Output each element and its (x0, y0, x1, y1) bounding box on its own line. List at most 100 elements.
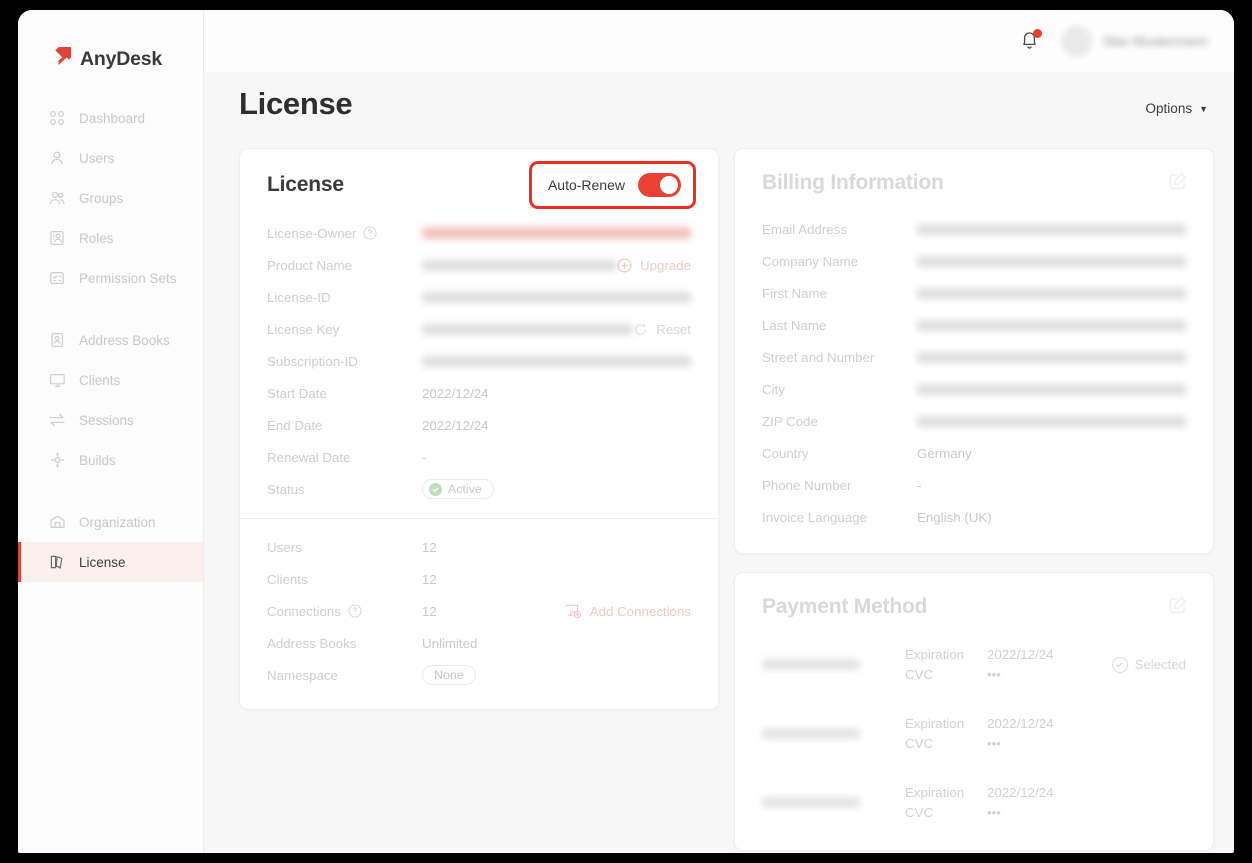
row-label-text: License-Owner (267, 225, 357, 241)
options-dropdown[interactable]: Options ▼ (1146, 101, 1208, 122)
license-card-title: License (267, 173, 344, 196)
sidebar-item-address-books[interactable]: Address Books (18, 320, 203, 360)
row-label: Last Name (762, 318, 917, 333)
sidebar-item-organization[interactable]: Organization (18, 502, 203, 542)
left-column: License Auto-Renew License-Owner Product… (239, 148, 719, 851)
row-label-text: Country (762, 445, 809, 461)
status-badge: Active (422, 479, 494, 499)
page-header: License Options ▼ (204, 72, 1234, 122)
row-label: Phone Number (762, 478, 917, 493)
reset-button[interactable]: Reset (633, 322, 691, 337)
row-label: Clients (267, 572, 422, 587)
right-column: Billing Information Email Address Compan… (734, 148, 1214, 851)
address-books-value: Unlimited (422, 635, 478, 651)
upgrade-button[interactable]: Upgrade (617, 258, 691, 273)
row-label: Company Name (762, 254, 917, 269)
table-row: Start Date 2022/12/24 (267, 377, 691, 409)
namespace-value-wrap: None (422, 665, 691, 685)
row-label: Country (762, 446, 917, 461)
refresh-icon (635, 323, 647, 335)
sessions-arrows-icon (48, 411, 66, 429)
row-label-text: Street and Number (762, 349, 875, 365)
billing-rows: Email Address Company Name First Name La… (735, 213, 1213, 553)
organization-icon (48, 513, 66, 531)
row-label: Users (267, 540, 422, 555)
notifications-button[interactable] (1019, 28, 1043, 54)
table-row: License-ID (267, 281, 691, 313)
row-label-text: Product Name (267, 257, 352, 273)
row-label: Renewal Date (267, 450, 422, 465)
add-connections-button[interactable]: Add Connections (564, 603, 691, 619)
edit-pencil-icon[interactable] (1169, 172, 1187, 195)
sidebar-item-label: Address Books (79, 332, 170, 348)
row-label-text: Address Books (267, 635, 357, 651)
auto-renew-toggle[interactable] (638, 173, 681, 197)
row-label: Start Date (267, 386, 422, 401)
first-name-value-redacted (917, 287, 1186, 299)
main-area: Max Mustermann License Options ▼ License… (204, 10, 1234, 853)
sidebar-item-users[interactable]: Users (18, 138, 203, 178)
sidebar-item-permission-sets[interactable]: Permission Sets (18, 258, 203, 298)
status-value-wrap: Active (422, 479, 691, 499)
row-label-text: Subscription-ID (267, 353, 358, 369)
sidebar-item-label: Builds (79, 452, 116, 468)
list-item[interactable]: Expiration CVC 2022/12/24 ••• (735, 775, 1213, 830)
row-label-text: Company Name (762, 253, 859, 269)
sidebar-item-license[interactable]: License (18, 542, 203, 582)
billing-card-header: Billing Information (735, 149, 1213, 213)
namespace-badge: None (422, 665, 476, 685)
help-circle-icon[interactable] (363, 226, 377, 240)
brand-logo[interactable]: AnyDesk (18, 10, 203, 82)
user-menu[interactable]: Max Mustermann (1060, 25, 1208, 57)
table-row: Email Address (762, 213, 1186, 245)
plus-circle-icon (617, 257, 632, 273)
sidebar-item-sessions[interactable]: Sessions (18, 400, 203, 440)
row-label: License-ID (267, 290, 422, 305)
content-columns: License Auto-Renew License-Owner Product… (204, 122, 1234, 851)
sidebar-nav: Dashboard Users Groups Roles Permission … (18, 98, 203, 582)
sidebar-item-label: Sessions (79, 412, 134, 428)
card-divider (240, 518, 718, 519)
cvc-label: CVC (905, 667, 934, 682)
card-number-redacted (762, 659, 860, 670)
table-row: Street and Number (762, 341, 1186, 373)
selected-label: Selected (1134, 657, 1186, 672)
row-label-text: Phone Number (762, 477, 852, 493)
table-row: Invoice Language English (UK) (762, 501, 1186, 533)
sidebar-item-label: Users (79, 150, 115, 166)
row-label: ZIP Code (762, 414, 917, 429)
expiration-label: Expiration (905, 716, 965, 731)
sidebar-item-roles[interactable]: Roles (18, 218, 203, 258)
sidebar-item-label: Permission Sets (79, 270, 177, 286)
sidebar-item-label: Groups (79, 190, 124, 206)
row-label-text: Email Address (762, 221, 847, 237)
sidebar-item-clients[interactable]: Clients (18, 360, 203, 400)
chevron-down-icon: ▼ (1199, 103, 1208, 114)
edit-pencil-icon[interactable] (1169, 596, 1187, 619)
sidebar-item-dashboard[interactable]: Dashboard (18, 98, 203, 138)
table-row: Country Germany (762, 437, 1186, 469)
billing-card-title: Billing Information (762, 171, 944, 194)
row-label-text: Last Name (762, 317, 827, 333)
payment-card-title: Payment Method (762, 595, 928, 618)
payment-card-header: Payment Method (735, 573, 1213, 637)
country-value: Germany (917, 445, 972, 461)
expiration-label: Expiration (905, 647, 965, 662)
list-item[interactable]: Expiration CVC 2022/12/24 ••• (735, 706, 1213, 761)
brand-name: AnyDesk (80, 48, 163, 70)
row-label: City (762, 382, 917, 397)
selected-indicator[interactable]: Selected (1111, 656, 1186, 673)
list-item[interactable]: Expiration CVC 2022/12/24 ••• (735, 637, 1213, 692)
sidebar-item-builds[interactable]: Builds (18, 440, 203, 480)
roles-icon (48, 229, 66, 247)
zip-code-value-redacted (917, 415, 1186, 427)
payment-details: Expiration CVC 2022/12/24 ••• (905, 647, 1054, 682)
license-card: License Auto-Renew License-Owner Product… (239, 148, 719, 710)
permission-sets-icon (48, 269, 66, 287)
help-circle-icon[interactable] (348, 604, 362, 618)
end-date-value: 2022/12/24 (422, 417, 489, 433)
app-window: AnyDesk Dashboard Users Groups Roles Per… (18, 10, 1234, 853)
sidebar-item-groups[interactable]: Groups (18, 178, 203, 218)
